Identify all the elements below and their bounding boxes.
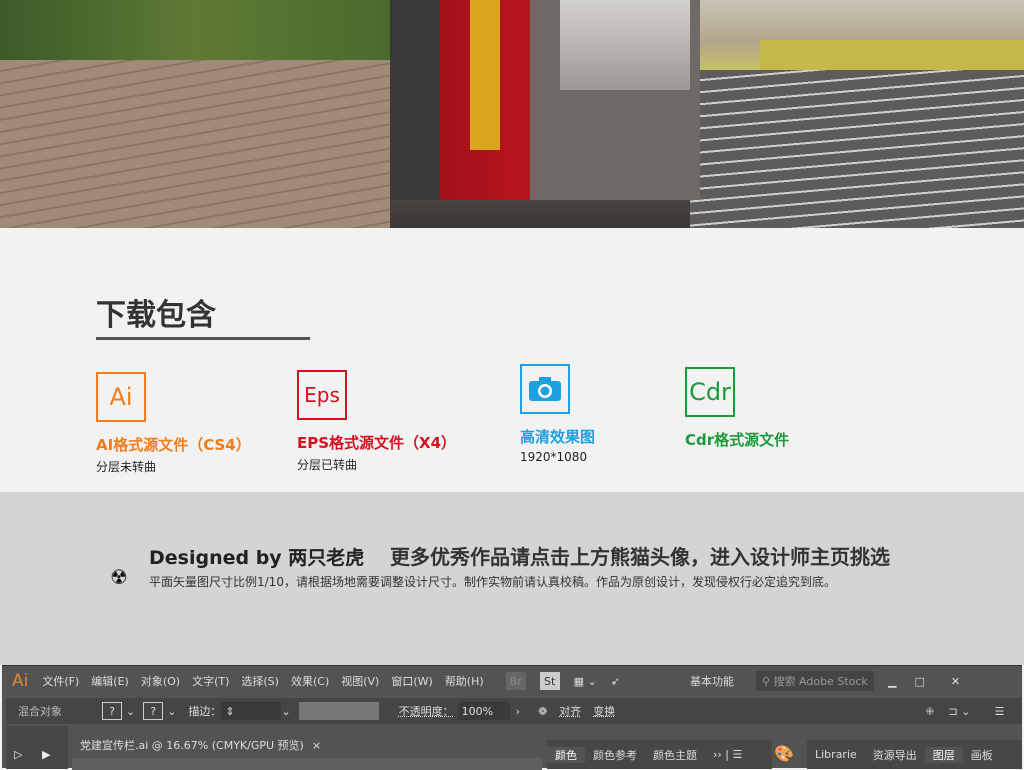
- tab-color[interactable]: 颜色: [547, 746, 585, 763]
- illustrator-window: Ai 文件(F) 编辑(E) 对象(O) 文字(T) 选择(S) 效果(C) 视…: [2, 665, 1022, 770]
- panel-menu-icon[interactable]: ☰: [994, 705, 1004, 718]
- format-sub: 分层未转曲: [96, 460, 157, 474]
- format-image: 高清效果图 1920*1080: [520, 364, 595, 464]
- tab-layers[interactable]: 图层: [924, 746, 963, 763]
- minimize-button[interactable]: ▁: [888, 675, 896, 688]
- menu-help[interactable]: 帮助(H): [445, 673, 484, 689]
- direct-selection-tool-icon[interactable]: ▶: [42, 748, 50, 761]
- transform-link[interactable]: 变换: [593, 703, 615, 719]
- format-ai: Ai AI格式源文件（CS4） 分层未转曲: [96, 372, 251, 475]
- menu-select[interactable]: 选择(S): [241, 673, 279, 689]
- tab-libraries[interactable]: Librarie: [807, 748, 865, 761]
- panel-more-icon[interactable]: ›› | ☰: [705, 748, 750, 761]
- format-eps: Eps EPS格式源文件（X4） 分层已转曲: [297, 370, 456, 473]
- maximize-button[interactable]: □: [914, 675, 924, 688]
- tab-artboards[interactable]: 画板: [963, 747, 1001, 763]
- hero-photo: [0, 0, 1024, 228]
- menu-view[interactable]: 视图(V): [341, 673, 379, 689]
- arrange-icon[interactable]: ▦ ⌄: [574, 675, 597, 688]
- format-sub: 1920*1080: [520, 450, 588, 464]
- close-window-button[interactable]: ✕: [951, 675, 960, 688]
- stroke-dropdown[interactable]: ⌄: [167, 705, 176, 718]
- download-title: 下载包含: [96, 298, 216, 333]
- distribute-icon[interactable]: ⊐ ⌄: [949, 705, 971, 718]
- control-bar: 混合对象 ? ⌄ ? ⌄ 描边： ⇕ ⌄ 不透明度： 100% › ❁ 对齐 变换 …: [6, 698, 1022, 724]
- designer-credit: Designed by 两只老虎: [149, 547, 365, 569]
- stock-button[interactable]: St: [539, 672, 560, 690]
- layers-panel-tabs: Librarie 资源导出 图层 画板: [807, 740, 1022, 769]
- stroke-label: 描边：: [188, 705, 222, 718]
- tools-panel: ▷ ▶: [6, 726, 68, 769]
- selection-tool-icon[interactable]: ▷: [14, 748, 22, 761]
- menu-type[interactable]: 文字(T): [192, 673, 229, 689]
- brush-field[interactable]: [298, 702, 379, 720]
- color-panel-tabs: 颜色 颜色参考 颜色主题 ›› | ☰: [547, 740, 772, 769]
- stroke-swatch[interactable]: ?: [143, 702, 164, 720]
- menu-bar: Ai 文件(F) 编辑(E) 对象(O) 文字(T) 选择(S) 效果(C) 视…: [2, 666, 1022, 696]
- menu-object[interactable]: 对象(O): [141, 673, 180, 689]
- palette-icon[interactable]: 🎨: [774, 744, 794, 763]
- cdr-file-icon: Cdr: [685, 367, 735, 417]
- menu-edit[interactable]: 编辑(E): [91, 673, 129, 689]
- more-works-text: 更多优秀作品请点击上方熊猫头像，进入设计师主页挑选: [390, 545, 890, 569]
- search-placeholder: 搜索 Adobe Stock: [773, 675, 868, 688]
- opacity-label[interactable]: 不透明度：: [399, 703, 454, 719]
- eps-file-icon: Eps: [297, 370, 347, 420]
- ai-file-icon: Ai: [96, 372, 146, 422]
- camera-icon: [520, 364, 570, 414]
- fill-swatch[interactable]: ?: [102, 702, 122, 720]
- title-underline: [96, 337, 310, 340]
- tab-color-themes[interactable]: 颜色主题: [645, 747, 705, 763]
- format-cdr: Cdr Cdr格式源文件: [685, 367, 789, 450]
- close-tab-icon[interactable]: ×: [312, 739, 321, 752]
- menu-effect[interactable]: 效果(C): [291, 673, 329, 689]
- menu-file[interactable]: 文件(F): [42, 673, 79, 689]
- stroke-width-dropdown[interactable]: ⌄: [281, 705, 290, 718]
- format-label: AI格式源文件（CS4）: [96, 436, 251, 454]
- canvas-area[interactable]: [72, 758, 542, 770]
- opacity-arrow[interactable]: ›: [516, 705, 520, 718]
- bridge-button[interactable]: Br: [505, 672, 526, 690]
- tab-color-guide[interactable]: 颜色参考: [585, 747, 645, 763]
- document-tab-title: 党建宣传栏.ai @ 16.67% (CMYK/GPU 预览): [80, 739, 304, 752]
- opacity-input[interactable]: 100%: [457, 702, 510, 720]
- radiation-logo-icon: ☢: [110, 565, 128, 589]
- workspace-switcher[interactable]: 基本功能: [690, 673, 734, 689]
- stroke-width-input[interactable]: ⇕: [221, 702, 282, 720]
- usage-note: 平面矢量图尺寸比例1/10，请根据场地需要调整设计尺寸。制作实物前请认真校稿。作…: [149, 575, 836, 589]
- format-label: 高清效果图: [520, 428, 596, 446]
- format-sub: 分层已转曲: [297, 458, 358, 472]
- fill-dropdown[interactable]: ⌄: [126, 705, 135, 718]
- tab-asset-export[interactable]: 资源导出: [865, 747, 925, 763]
- stock-search-input[interactable]: ⚲ 搜索 Adobe Stock: [756, 671, 874, 691]
- recolor-icon[interactable]: ❁: [538, 705, 547, 718]
- selection-type: 混合对象: [18, 705, 62, 718]
- align-link[interactable]: 对齐: [559, 703, 581, 719]
- ai-logo: Ai: [12, 671, 29, 691]
- document-tab[interactable]: 党建宣传栏.ai @ 16.67% (CMYK/GPU 预览) ×: [72, 732, 332, 758]
- format-label: EPS格式源文件（X4）: [297, 434, 457, 452]
- isolate-icon[interactable]: ⁜: [925, 705, 934, 718]
- format-label: Cdr格式源文件: [685, 431, 790, 449]
- rocket-icon[interactable]: ➶: [611, 675, 620, 688]
- menu-window[interactable]: 窗口(W): [391, 673, 432, 689]
